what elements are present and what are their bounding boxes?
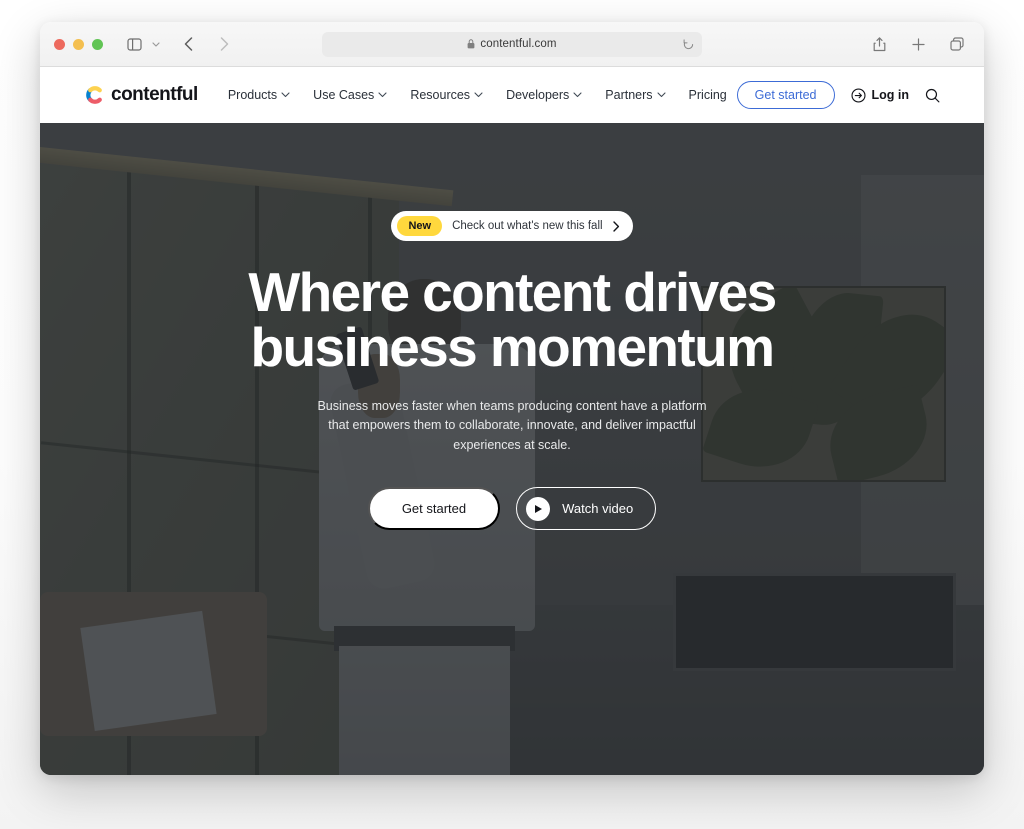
sidebar-chevron-down-icon[interactable] [149, 31, 163, 57]
address-bar-container: contentful.com [322, 31, 702, 57]
chevron-down-icon [573, 92, 582, 98]
nav-item-use-cases[interactable]: Use Cases [313, 88, 387, 102]
login-link[interactable]: Log in [850, 87, 910, 103]
contentful-logo-icon [84, 84, 106, 106]
hero-subtitle: Business moves faster when teams produci… [317, 399, 707, 452]
hero-cta-group: Get started Watch video [367, 487, 657, 531]
share-icon[interactable] [866, 31, 892, 57]
url-text: contentful.com [480, 38, 557, 50]
window-controls [54, 38, 103, 50]
sidebar-icon[interactable] [121, 31, 147, 57]
brand-name: contentful [111, 84, 198, 105]
forward-button[interactable] [211, 31, 237, 57]
nav-item-resources[interactable]: Resources [410, 88, 483, 102]
login-arrow-icon [850, 87, 866, 103]
toolbar-right-actions [866, 31, 970, 57]
maximize-window-button[interactable] [92, 38, 103, 50]
play-icon [526, 496, 551, 521]
search-icon[interactable] [925, 88, 940, 103]
sidebar-controls [121, 31, 163, 57]
nav-item-partners-label: Partners [605, 88, 653, 102]
nav-item-resources-label: Resources [410, 88, 471, 102]
address-bar[interactable]: contentful.com [322, 31, 702, 57]
close-window-button[interactable] [54, 38, 65, 50]
chevron-down-icon [281, 92, 290, 98]
lock-icon [467, 39, 475, 49]
announcement-pill[interactable]: New Check out what's new this fall [391, 211, 633, 241]
nav-get-started-button[interactable]: Get started [736, 81, 835, 109]
announcement-text: Check out what's new this fall [452, 220, 603, 232]
chevron-down-icon [378, 92, 387, 98]
chevron-down-icon [656, 92, 666, 98]
tab-overview-icon[interactable] [944, 31, 970, 57]
browser-toolbar: contentful.com [40, 22, 984, 67]
nav-right-actions: Get started Log in [736, 81, 940, 109]
login-label: Log in [871, 88, 910, 102]
navigation-arrows [175, 31, 237, 57]
nav-item-pricing[interactable]: Pricing [689, 88, 727, 102]
browser-window: contentful.com contentful Products Use C… [40, 22, 984, 775]
hero-content: New Check out what's new this fall Where… [40, 123, 984, 775]
plus-icon[interactable] [905, 31, 931, 57]
nav-item-products[interactable]: Products [228, 88, 290, 102]
hero-get-started-button[interactable]: Get started [367, 487, 501, 531]
nav-item-pricing-label: Pricing [688, 88, 727, 102]
hero-watch-video-button[interactable]: Watch video [516, 487, 657, 531]
back-button[interactable] [175, 31, 201, 57]
chevron-down-icon [474, 92, 483, 98]
minimize-window-button[interactable] [73, 38, 84, 50]
chevron-right-icon [612, 220, 620, 232]
reload-icon[interactable] [683, 38, 694, 50]
hero-watch-video-label: Watch video [562, 501, 634, 517]
hero-title-line-2: business momentum [250, 316, 776, 378]
url-text-group: contentful.com [467, 38, 556, 50]
nav-item-developers-label: Developers [506, 88, 570, 102]
hero-section: New Check out what's new this fall Where… [40, 123, 984, 775]
hero-title-line-1: Where content drives [248, 261, 777, 323]
nav-item-partners[interactable]: Partners [605, 88, 666, 102]
brand-logo[interactable]: contentful [84, 84, 198, 106]
announcement-badge: New [397, 216, 443, 236]
primary-nav-links: Products Use Cases Resources Developers [228, 88, 727, 102]
site-navigation-bar: contentful Products Use Cases Resources [40, 67, 984, 123]
nav-item-products-label: Products [227, 88, 278, 102]
nav-item-use-cases-label: Use Cases [313, 88, 375, 102]
hero-title: Where content drives business momentum [248, 265, 777, 378]
nav-item-developers[interactable]: Developers [506, 88, 582, 102]
